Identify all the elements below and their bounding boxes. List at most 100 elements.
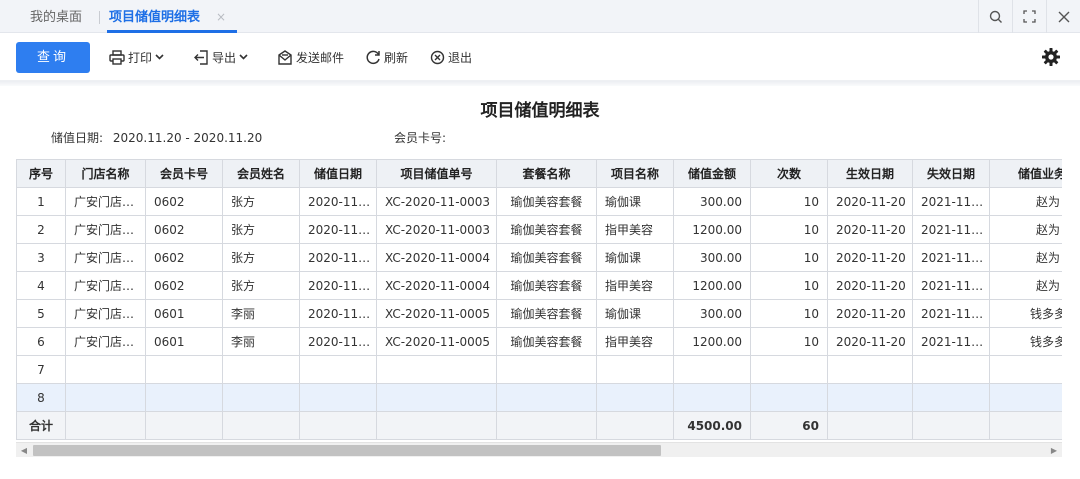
gear-icon[interactable] [1041,47,1061,70]
table-cell[interactable]: 广安门店… [65,299,146,328]
table-row[interactable]: 6 广安门店… 0601 李丽 2020-11… XC-2020-11-0005 瑜伽美容套… [16,327,1062,356]
table-cell[interactable]: 2020-11-20 [827,243,913,272]
table-cell[interactable]: 7 [16,355,66,384]
table-cell[interactable] [673,355,751,384]
table-cell[interactable]: 瑜伽美容套餐 [496,243,597,272]
table-cell[interactable]: 李丽 [222,327,300,356]
table-cell[interactable] [989,383,1062,412]
table-cell[interactable]: 广安门店… [65,187,146,216]
table-cell[interactable]: 广安门店… [65,271,146,300]
table-cell[interactable] [750,355,828,384]
table-cell[interactable]: 2021-11… [912,215,990,244]
table-cell[interactable]: XC-2020-11-0004 [376,271,497,300]
table-cell[interactable]: 2021-11… [912,271,990,300]
table-cell[interactable]: 指甲美容 [596,271,674,300]
table-cell[interactable]: 1200.00 [673,215,751,244]
tab-close-icon[interactable]: × [216,0,226,35]
table-cell[interactable]: 0601 [145,327,223,356]
table-row[interactable]: 3 广安门店… 0602 张方 2020-11… XC-2020-11-0004 瑜伽美容套… [16,243,1062,272]
table-cell[interactable]: 瑜伽课 [596,187,674,216]
print-button[interactable]: 打印 [109,48,167,66]
table-cell[interactable]: 广安门店… [65,327,146,356]
column-header[interactable]: 储值日期 [299,159,377,188]
table-cell[interactable]: 300.00 [673,243,751,272]
table-cell[interactable]: 10 [750,215,828,244]
scroll-right-arrow-icon[interactable]: ▶ [1046,443,1062,458]
table-cell[interactable]: 4 [16,271,66,300]
exit-button[interactable]: 退出 [430,48,472,66]
table-cell[interactable]: 张方 [222,271,300,300]
query-button[interactable]: 查询 [16,42,90,73]
table-cell[interactable] [222,355,300,384]
column-header[interactable]: 生效日期 [827,159,913,188]
table-cell[interactable] [750,383,828,412]
table-cell[interactable]: 2021-11… [912,327,990,356]
table-cell[interactable]: 2020-11… [299,243,377,272]
table-cell[interactable]: 300.00 [673,187,751,216]
column-header[interactable]: 会员卡号 [145,159,223,188]
tab-stored-value-report[interactable]: 项目储值明细表 [107,0,237,33]
column-header[interactable]: 失效日期 [912,159,990,188]
table-cell[interactable]: 赵为 [989,243,1062,272]
table-cell[interactable]: 10 [750,327,828,356]
table-row[interactable]: 5 广安门店… 0601 李丽 2020-11… XC-2020-11-0005 瑜伽美容套… [16,299,1062,328]
table-cell[interactable]: XC-2020-11-0004 [376,243,497,272]
table-cell[interactable] [912,383,990,412]
table-row[interactable]: 1 广安门店… 0602 张方 2020-11… XC-2020-11-0003 瑜伽美容套… [16,187,1062,216]
table-cell[interactable]: 2020-11… [299,187,377,216]
close-icon[interactable] [1046,0,1080,33]
table-row[interactable]: 8 [16,383,1062,412]
table-cell[interactable]: XC-2020-11-0005 [376,327,497,356]
table-cell[interactable]: 2020-11… [299,215,377,244]
table-cell[interactable]: 2020-11… [299,299,377,328]
table-cell[interactable] [827,355,913,384]
column-header[interactable]: 储值金额 [673,159,751,188]
table-cell[interactable] [145,355,223,384]
table-cell[interactable] [596,355,674,384]
column-header[interactable]: 次数 [750,159,828,188]
column-header[interactable]: 序号 [16,159,66,188]
scrollbar-thumb[interactable] [33,445,661,456]
table-cell[interactable]: 2020-11-20 [827,215,913,244]
table-cell[interactable]: XC-2020-11-0003 [376,215,497,244]
table-cell[interactable]: 瑜伽美容套餐 [496,271,597,300]
table-cell[interactable]: 2020-11-20 [827,271,913,300]
table-cell[interactable]: 0602 [145,243,223,272]
table-cell[interactable]: XC-2020-11-0005 [376,299,497,328]
table-cell[interactable] [65,355,146,384]
table-cell[interactable] [827,383,913,412]
table-cell[interactable]: 2021-11… [912,299,990,328]
table-cell[interactable]: 1200.00 [673,327,751,356]
column-header[interactable]: 套餐名称 [496,159,597,188]
table-cell[interactable]: 1200.00 [673,271,751,300]
scroll-left-arrow-icon[interactable]: ◀ [16,443,32,458]
table-cell[interactable]: 5 [16,299,66,328]
table-cell[interactable]: 0602 [145,187,223,216]
table-cell[interactable] [496,383,597,412]
table-cell[interactable] [222,383,300,412]
table-cell[interactable]: 300.00 [673,299,751,328]
table-cell[interactable]: 瑜伽美容套餐 [496,299,597,328]
table-cell[interactable]: 钱多多 [989,299,1062,328]
table-cell[interactable]: 2020-11… [299,271,377,300]
table-cell[interactable]: 张方 [222,243,300,272]
table-row[interactable]: 2 广安门店… 0602 张方 2020-11… XC-2020-11-0003 瑜伽美容套… [16,215,1062,244]
table-cell[interactable]: XC-2020-11-0003 [376,187,497,216]
table-cell[interactable]: 广安门店… [65,243,146,272]
table-cell[interactable]: 10 [750,299,828,328]
table-cell[interactable]: 3 [16,243,66,272]
table-cell[interactable] [496,355,597,384]
table-cell[interactable]: 2 [16,215,66,244]
table-cell[interactable] [299,355,377,384]
table-row[interactable]: 7 [16,355,1062,384]
table-row[interactable]: 4 广安门店… 0602 张方 2020-11… XC-2020-11-0004 瑜伽美容套… [16,271,1062,300]
table-cell[interactable]: 2021-11… [912,243,990,272]
table-cell[interactable]: 0602 [145,271,223,300]
table-cell[interactable]: 2020-11-20 [827,187,913,216]
table-cell[interactable]: 瑜伽课 [596,243,674,272]
table-cell[interactable]: 2020-11… [299,327,377,356]
table-cell[interactable]: 2020-11-20 [827,299,913,328]
table-cell[interactable]: 0602 [145,215,223,244]
table-cell[interactable]: 李丽 [222,299,300,328]
table-cell[interactable] [596,383,674,412]
